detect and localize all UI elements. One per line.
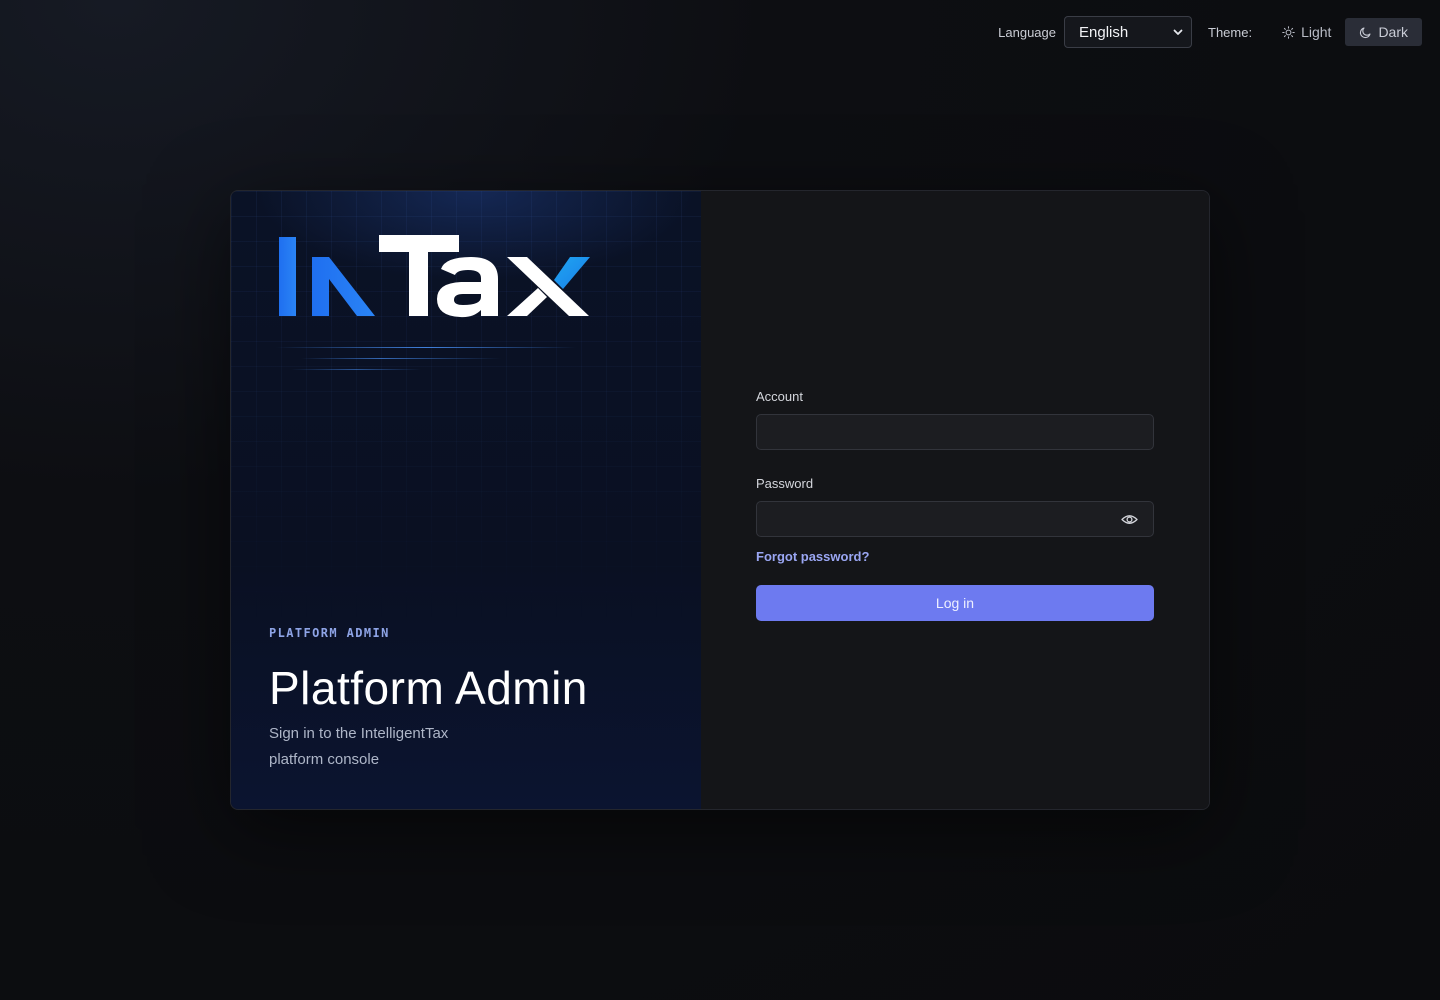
- page-title: Platform Admin: [269, 662, 588, 714]
- account-input[interactable]: [756, 414, 1154, 450]
- account-label: Account: [756, 389, 803, 404]
- login-form: Account Password Forgot password? Log in: [756, 389, 1154, 621]
- hero-subtitle: Sign in to the IntelligentTax platform c…: [269, 725, 449, 768]
- chevron-down-icon: [1173, 29, 1183, 35]
- hero-eyebrow: PLATFORM ADMIN: [269, 626, 390, 640]
- form-panel: Account Password Forgot password? Log in: [701, 191, 1209, 809]
- theme-label: Theme:: [1208, 24, 1253, 40]
- eye-icon[interactable]: [1121, 512, 1138, 527]
- hero-panel: PLATFORM ADMIN Platform Admin Sign in to…: [231, 191, 701, 809]
- intax-logo: [279, 235, 590, 318]
- moon-icon: [1360, 26, 1371, 38]
- language-select[interactable]: English: [1064, 16, 1192, 48]
- light-streak: [291, 369, 421, 370]
- top-toolbar: Language English Theme: Light Dark: [998, 16, 1422, 48]
- login-button[interactable]: Log in: [756, 585, 1154, 621]
- password-label: Password: [756, 476, 814, 491]
- theme-light-button[interactable]: Light: [1268, 18, 1345, 46]
- theme-dark-button[interactable]: Dark: [1345, 18, 1422, 46]
- language-label: Language: [998, 24, 1056, 40]
- language-select-value: English: [1079, 23, 1129, 41]
- light-streak: [301, 358, 501, 359]
- light-streak: [276, 347, 576, 348]
- sun-icon: [1282, 25, 1295, 39]
- password-input[interactable]: [756, 501, 1154, 537]
- theme-dark-label: Dark: [1378, 24, 1408, 40]
- theme-light-label: Light: [1301, 24, 1332, 40]
- forgot-password-link[interactable]: Forgot password?: [756, 549, 869, 564]
- login-card: PLATFORM ADMIN Platform Admin Sign in to…: [230, 190, 1210, 810]
